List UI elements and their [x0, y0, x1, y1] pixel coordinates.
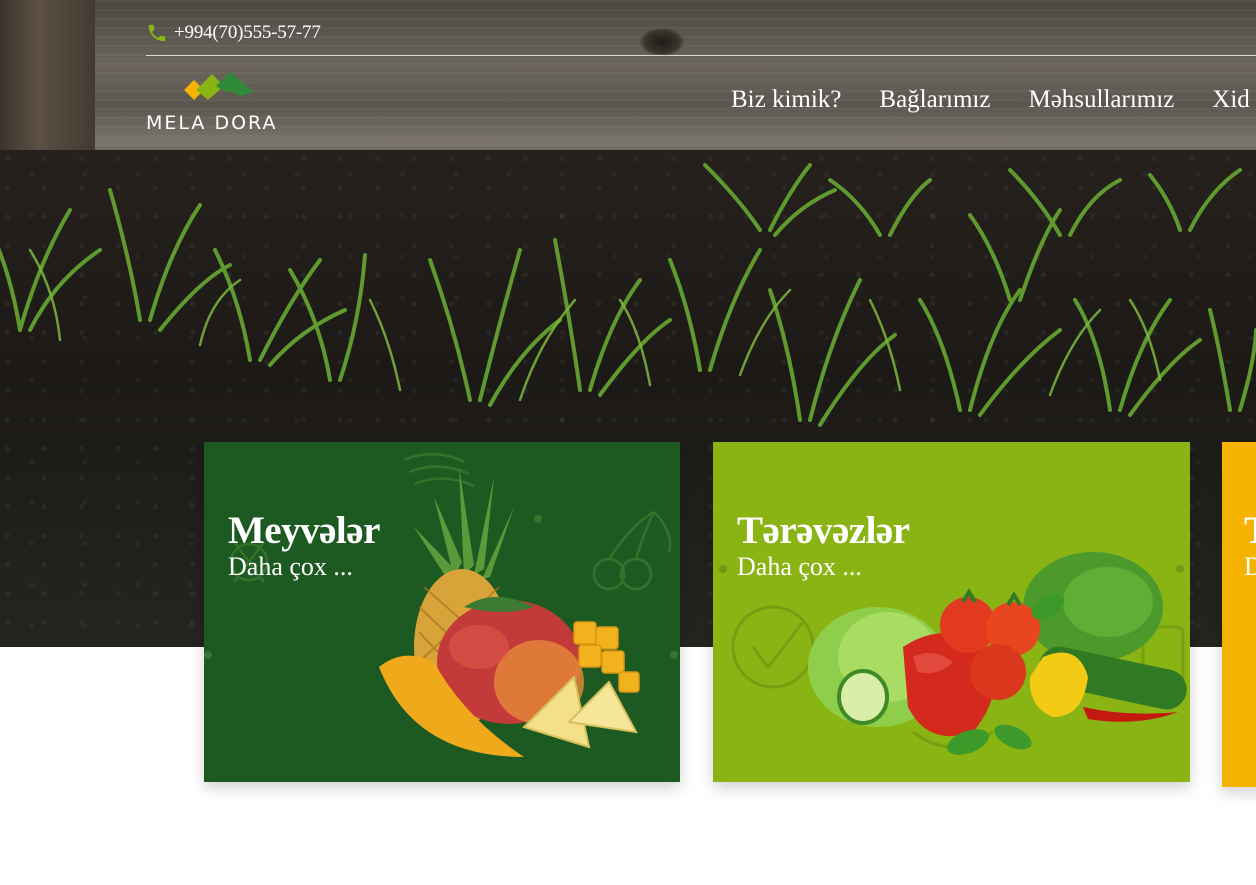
- contact-bar: +994(70)555-57-77: [146, 18, 321, 48]
- header-divider: [146, 55, 1256, 56]
- phone-icon: [146, 22, 168, 44]
- nav-item-gardens[interactable]: Bağlarımız: [879, 86, 990, 114]
- phone-link[interactable]: +994(70)555-57-77: [174, 22, 321, 44]
- category-card-vegetables[interactable]: Tərəvəzlər Daha çox ...: [713, 442, 1190, 782]
- card-more-link[interactable]: Daha çox ...: [228, 552, 353, 582]
- nav-item-about[interactable]: Biz kimik?: [731, 86, 841, 114]
- site-logo[interactable]: MELA DORA: [146, 70, 296, 134]
- fruits-illustration: [379, 467, 640, 757]
- nav-item-services[interactable]: Xid: [1212, 86, 1250, 114]
- card-title: Tərəvəzlər: [737, 509, 910, 552]
- main-nav: Biz kimik? Bağlarımız Məhsullarımız Xid: [731, 86, 1250, 114]
- vegetables-illustration: [808, 552, 1187, 755]
- card-more-link[interactable]: Daha çox ...: [737, 552, 862, 582]
- mela-dora-logo-mark-icon: [184, 72, 254, 100]
- card-more-link[interactable]: D: [1244, 552, 1256, 582]
- logo-text: MELA DORA: [146, 112, 278, 134]
- category-card-third[interactable]: T D: [1222, 442, 1256, 787]
- card-title: T: [1244, 508, 1256, 553]
- category-card-fruits[interactable]: Meyvələr Daha çox ...: [204, 442, 680, 782]
- card-title: Meyvələr: [228, 509, 380, 552]
- nav-item-products[interactable]: Məhsullarımız: [1028, 86, 1174, 114]
